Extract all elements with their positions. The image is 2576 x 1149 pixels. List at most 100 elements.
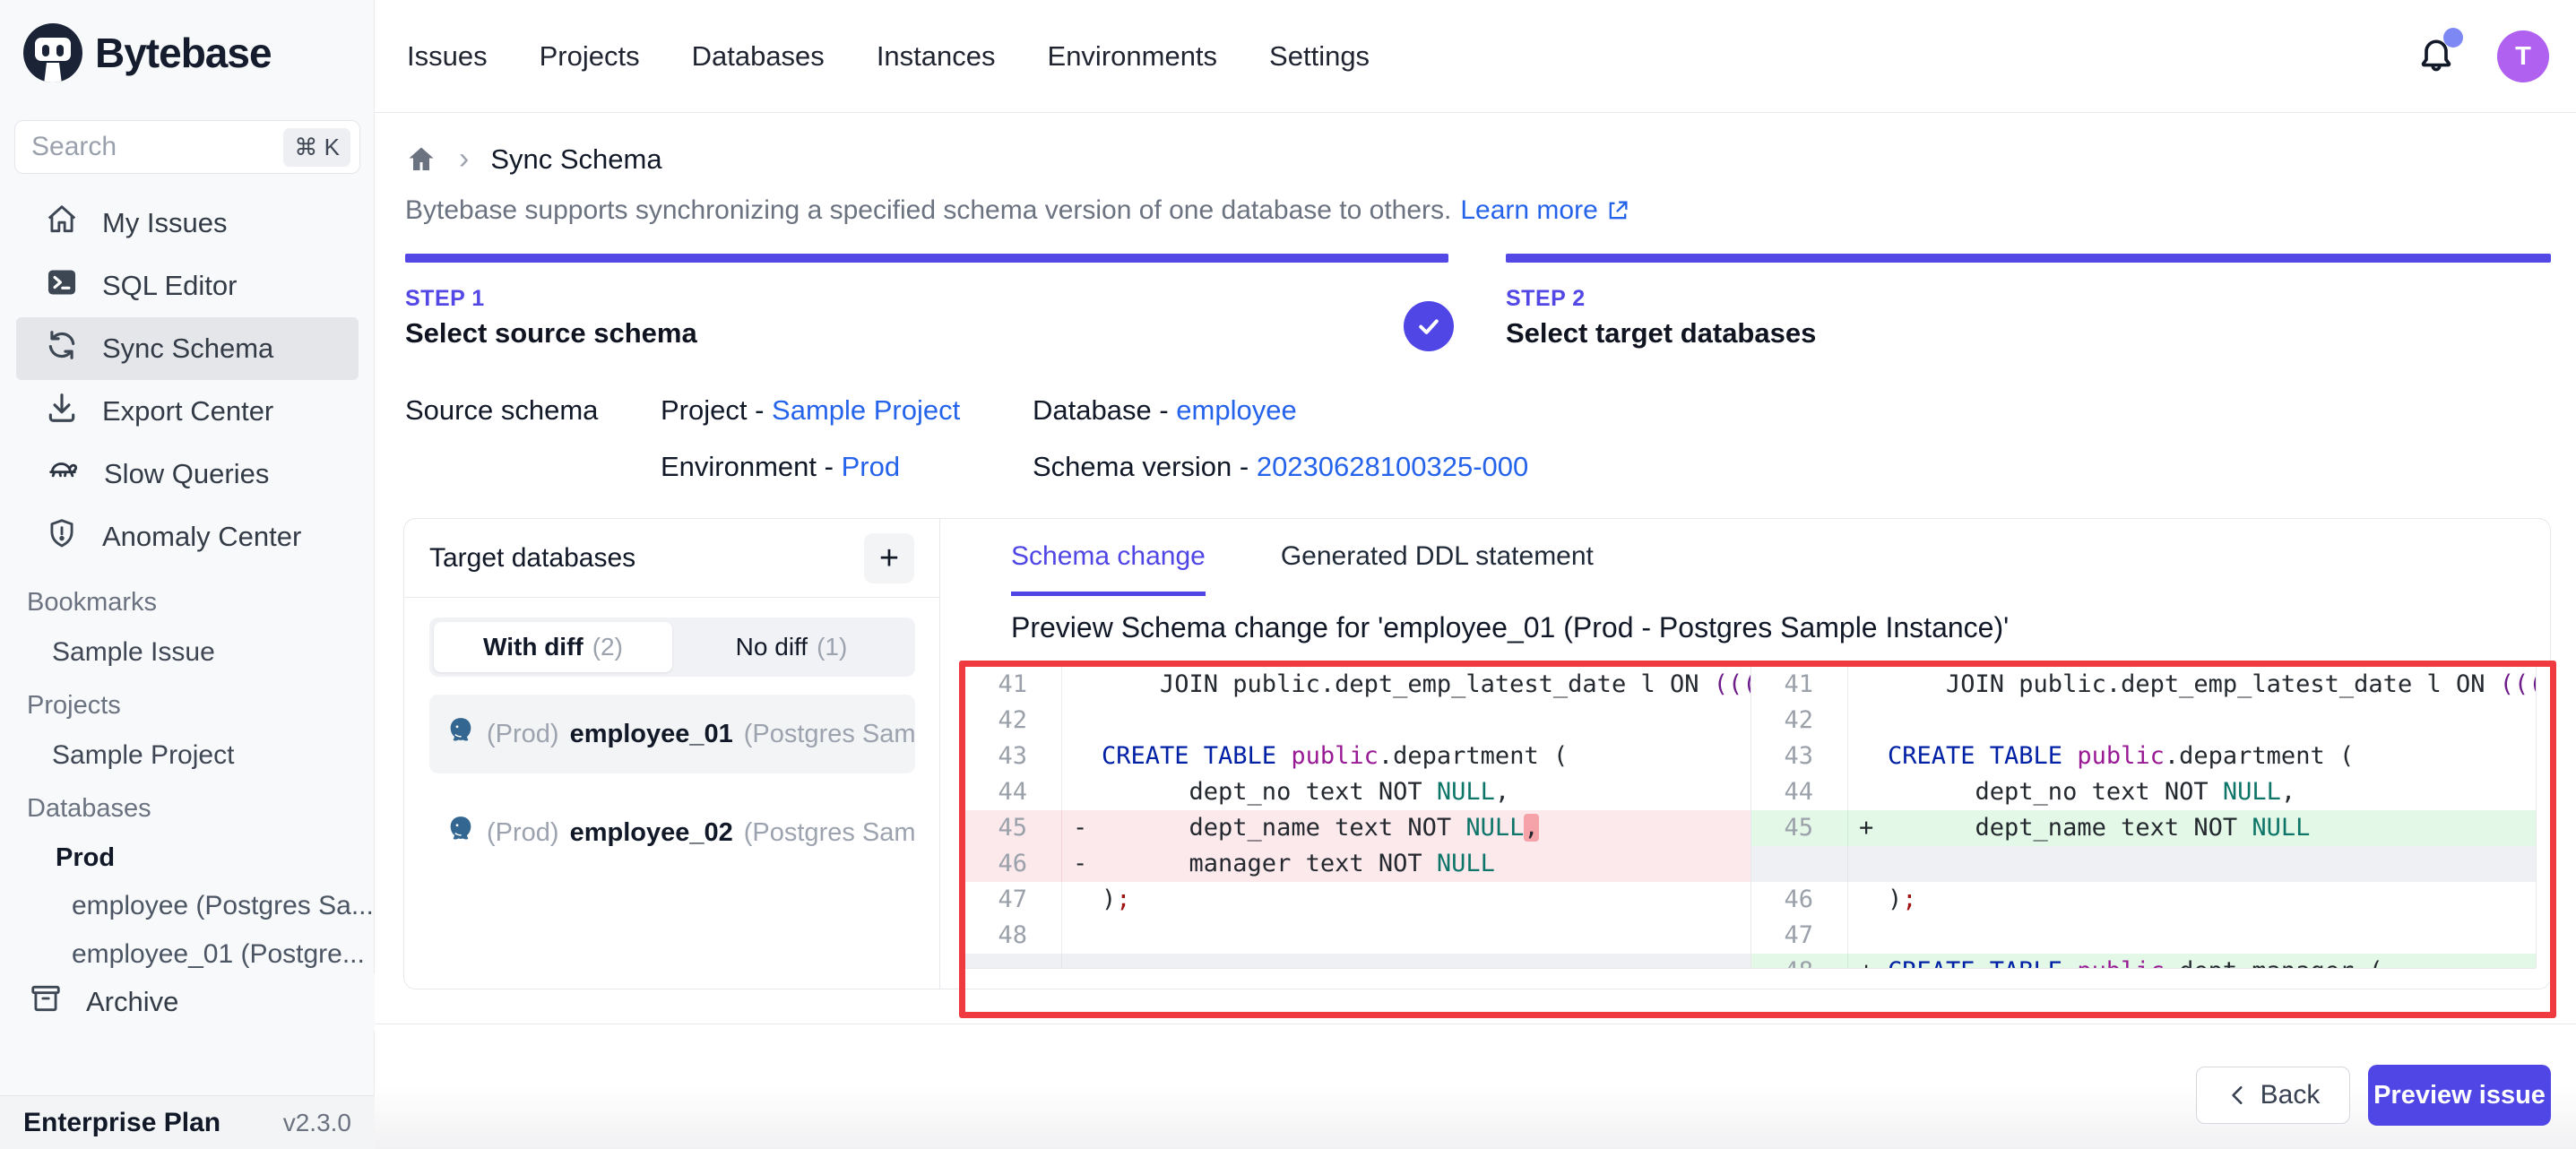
search-placeholder: Search [31, 132, 283, 162]
diff-right-row-42: 42 [1751, 703, 2550, 739]
code-text: dept_no text NOT NULL, [1888, 774, 2295, 810]
tab-schema-change[interactable]: Schema change [1011, 541, 1206, 596]
diff-marker [1062, 954, 1102, 968]
line-number: 48 [965, 918, 1062, 954]
diff-marker [1062, 774, 1102, 810]
top-nav-environments[interactable]: Environments [1048, 40, 1218, 73]
brand-name: Bytebase [95, 29, 272, 77]
database-link[interactable]: employee [1176, 394, 1296, 426]
source-field-database: Database - employee [1033, 394, 1297, 427]
sidebar-item-export-center[interactable]: Export Center [16, 380, 359, 443]
line-number: 43 [1751, 739, 1848, 774]
source-field-project: Project - Sample Project [661, 394, 960, 427]
diff-marker: + [1848, 810, 1888, 846]
schema-version-link[interactable]: 20230628100325-000 [1257, 451, 1528, 482]
shield-icon [45, 516, 79, 557]
top-nav-projects[interactable]: Projects [540, 40, 640, 73]
diff-left-row-46: 46- manager text NOT NULL [965, 846, 1750, 882]
diff-right-row-41: 41 JOIN public.dept_emp_latest_date l ON… [1751, 667, 2550, 703]
avatar[interactable]: T [2497, 30, 2549, 82]
description-text: Bytebase supports synchronizing a specif… [405, 195, 1451, 226]
terminal-icon [45, 265, 79, 307]
learn-more-link[interactable]: Learn more [1460, 195, 1629, 226]
diff-right-row-47: 47 [1751, 918, 2550, 954]
line-number: 47 [1751, 918, 1848, 954]
sidebar-db-employee[interactable]: employee (Postgres Sa... [0, 891, 375, 921]
diff-left-row-filler-8 [965, 954, 1750, 968]
top-nav-instances[interactable]: Instances [877, 40, 996, 73]
environment-link[interactable]: Prod [842, 451, 900, 482]
diff-marker: + [1848, 954, 1888, 968]
preview-issue-button[interactable]: Preview issue [2368, 1065, 2551, 1126]
source-field-environment: Environment - Prod [661, 451, 900, 483]
postgres-icon [445, 715, 476, 753]
target-db-employee-02[interactable]: (Prod)employee_02(Postgres Samp... [429, 793, 915, 872]
project-sample-project[interactable]: Sample Project [0, 740, 375, 771]
diff-filter-tabs: With diff(2)No diff(1) [429, 618, 915, 677]
top-nav-databases[interactable]: Databases [692, 40, 825, 73]
step-1-title: Select source schema [405, 317, 1448, 350]
line-number: 42 [965, 703, 1062, 739]
diff-vertical-scrollbar[interactable] [2536, 667, 2550, 968]
line-number: 48 [1751, 954, 1848, 968]
sidebar-item-anomaly-center[interactable]: Anomaly Center [16, 505, 359, 568]
diff-horizontal-scrollbar[interactable] [965, 968, 2536, 982]
add-target-database-button[interactable]: + [864, 533, 914, 583]
preview-tabs: Schema change Generated DDL statement [1011, 541, 1594, 596]
breadcrumb: › Sync Schema [405, 142, 662, 177]
sidebar-item-sync-schema[interactable]: Sync Schema [16, 317, 359, 380]
target-databases-title: Target databases [429, 543, 635, 574]
tab-generated-ddl-statement[interactable]: Generated DDL statement [1281, 541, 1594, 596]
top-nav-settings[interactable]: Settings [1269, 40, 1370, 73]
bookmark-sample-issue[interactable]: Sample Issue [0, 637, 375, 668]
step-1-progress-bar [405, 254, 1448, 263]
home-icon[interactable] [405, 143, 437, 176]
diff-marker [1062, 739, 1102, 774]
search-shortcut-badge: ⌘ K [283, 128, 350, 167]
target-database-list: (Prod)employee_01(Postgres Sampl... (Prod… [429, 695, 915, 892]
plan-version: v2.3.0 [283, 1109, 351, 1137]
plan-bar: Enterprise Plan v2.3.0 [0, 1095, 375, 1149]
notifications-button[interactable] [2416, 35, 2456, 79]
code-text: CREATE TABLE public.dept_manager ( [1888, 954, 2383, 968]
search-input[interactable]: Search ⌘ K [14, 120, 360, 174]
code-text: ); [1102, 882, 1131, 918]
source-field-schema-version: Schema version - 20230628100325-000 [1033, 451, 1528, 483]
step-1: STEP 1 Select source schema [405, 254, 1448, 350]
breadcrumb-separator-icon: › [459, 142, 469, 177]
code-text: dept_no text NOT NULL, [1102, 774, 1509, 810]
sidebar-item-archive[interactable]: Archive [0, 973, 375, 1031]
chevron-left-icon [2226, 1084, 2250, 1107]
plan-name: Enterprise Plan [23, 1108, 220, 1138]
brand-logo[interactable]: Bytebase [0, 0, 374, 82]
home-icon [45, 203, 79, 244]
step-2-label: STEP 2 [1506, 286, 2551, 312]
line-number: 41 [965, 667, 1062, 703]
section-databases: Databases [0, 794, 375, 824]
diff-left-row-43: 43CREATE TABLE public.department ( [965, 739, 1750, 774]
top-nav-issues[interactable]: Issues [407, 40, 488, 73]
diff-marker [1848, 667, 1888, 703]
diff-right-row-43: 43CREATE TABLE public.department ( [1751, 739, 2550, 774]
sidebar-item-slow-queries[interactable]: Slow Queries [16, 443, 359, 505]
diff-left-row-48: 48 [965, 918, 1750, 954]
line-number: 44 [965, 774, 1062, 810]
step-2: STEP 2 Select target databases [1506, 254, 2551, 350]
sidebar-item-sql-editor[interactable]: SQL Editor [16, 255, 359, 317]
sidebar-item-my-issues[interactable]: My Issues [16, 192, 359, 255]
line-number: 45 [1751, 810, 1848, 846]
project-link[interactable]: Sample Project [772, 394, 960, 426]
page-description: Bytebase supports synchronizing a specif… [405, 195, 1630, 226]
tab-with-diff[interactable]: With diff(2) [434, 622, 672, 672]
sidebar-db-employee-01[interactable]: employee_01 (Postgre... [0, 939, 375, 970]
breadcrumb-page: Sync Schema [490, 143, 661, 176]
back-button[interactable]: Back [2196, 1067, 2350, 1124]
sidebar-env-prod: Prod [0, 843, 375, 873]
diff-right-row-44: 44 dept_no text NOT NULL, [1751, 774, 2550, 810]
notification-dot [2443, 28, 2463, 48]
top-nav-items: Issues Projects Databases Instances Environm… [375, 40, 1370, 73]
target-db-employee-01[interactable]: (Prod)employee_01(Postgres Sampl... [429, 695, 915, 773]
tab-no-diff[interactable]: No diff(1) [672, 622, 911, 672]
code-text: ); [1888, 882, 1917, 918]
diff-marker [1848, 703, 1888, 739]
